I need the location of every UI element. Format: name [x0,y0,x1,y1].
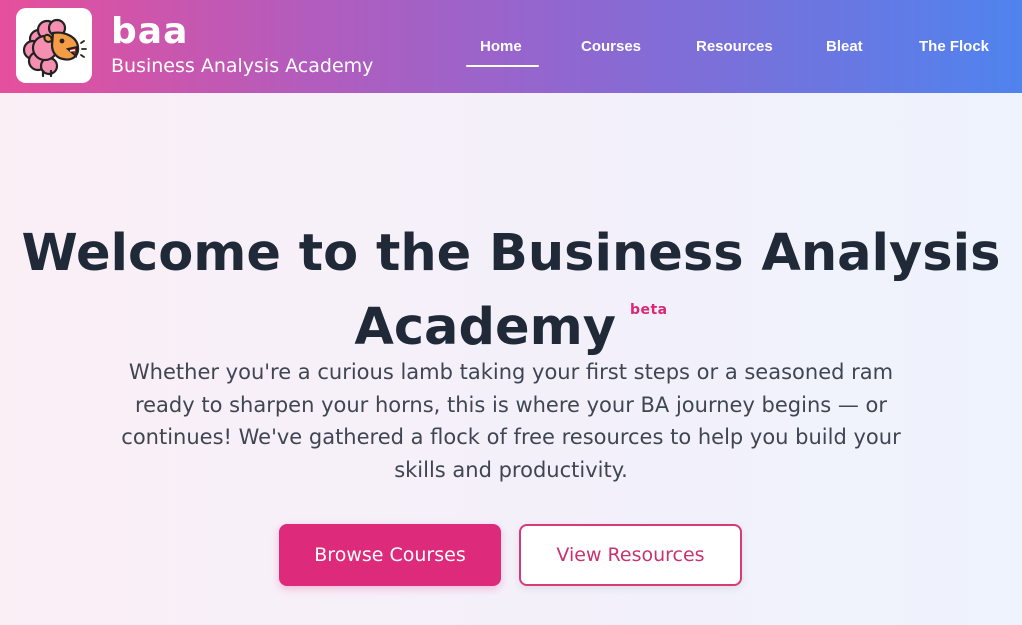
nav-home[interactable]: Home [480,36,522,58]
nav-courses[interactable]: Courses [581,36,641,58]
browse-courses-button[interactable]: Browse Courses [279,524,501,586]
nav-active-indicator [466,65,539,67]
hero-title-text: Welcome to the Business Analysis Academy [21,224,1001,357]
site-header: baa Business Analysis Academy Home Cours… [0,0,1022,93]
brand-name[interactable]: baa [111,10,188,54]
sheep-mascot-icon [22,18,87,77]
hero-title: Welcome to the Business Analysis Academy… [0,226,1022,356]
beta-badge: beta [629,302,668,318]
brand-subtitle: Business Analysis Academy [111,55,374,77]
logo[interactable] [16,8,92,83]
nav-resources[interactable]: Resources [696,36,773,58]
hero-description: Whether you're a curious lamb taking you… [121,360,901,482]
nav-bleat[interactable]: Bleat [826,36,863,58]
nav-the-flock[interactable]: The Flock [919,36,989,58]
view-resources-button[interactable]: View Resources [519,524,742,586]
